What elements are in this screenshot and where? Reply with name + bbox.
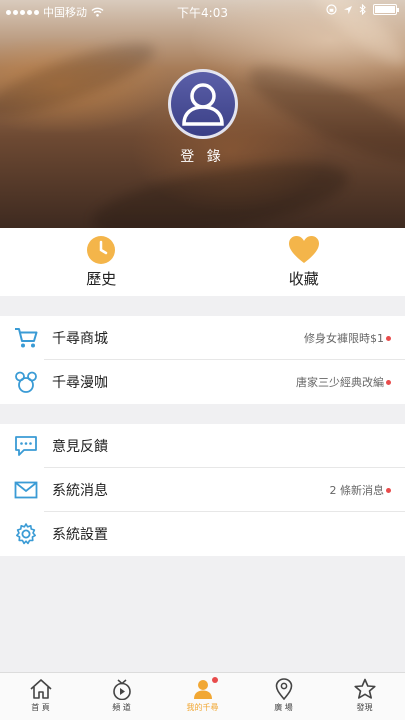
menu-item-feedback[interactable]: 意見反饋 [0, 424, 405, 468]
history-label: 歷史 [86, 270, 117, 288]
location-pin-icon [275, 678, 292, 700]
notification-dot [386, 487, 391, 493]
quick-actions: 歷史 收藏 [0, 228, 405, 296]
history-button[interactable]: 歷史 [0, 228, 203, 296]
cart-icon [15, 328, 38, 348]
tab-plaza[interactable]: 廣 場 [243, 673, 324, 720]
profile-header: 中国移动 下午4:03 登 錄 [0, 0, 405, 228]
tab-label: 發現 [356, 703, 373, 712]
heart-icon [288, 236, 319, 263]
tab-discover[interactable]: 發現 [324, 673, 405, 720]
battery-icon [373, 4, 399, 15]
favorites-label: 收藏 [288, 270, 319, 288]
menu-item-system-messages[interactable]: 系統消息 2 條新消息 [0, 468, 405, 512]
chat-bubble-icon [15, 436, 37, 456]
bluetooth-icon [359, 4, 366, 15]
notification-dot [386, 379, 391, 385]
location-arrow-icon [344, 5, 352, 14]
user-icon [193, 680, 212, 699]
lock-rotation-icon [326, 4, 337, 15]
login-button[interactable]: 登 錄 [0, 146, 405, 166]
gear-icon [16, 523, 36, 545]
tab-label: 首 頁 [31, 703, 50, 712]
home-icon [29, 679, 52, 699]
tab-my-qianxun[interactable]: 我的千尋 [162, 673, 243, 720]
avatar[interactable] [168, 69, 238, 139]
message-count: 2 條新消息 [329, 484, 385, 497]
menu-item-label: 系統消息 [52, 483, 108, 499]
menu-item-settings[interactable]: 系統設置 [0, 512, 405, 556]
status-bar: 中国移动 下午4:03 [0, 0, 405, 22]
menu-item-label: 千尋漫咖 [52, 375, 108, 391]
menu-item-mall[interactable]: 千尋商城 修身女褲限時$1 [0, 316, 405, 360]
tab-home[interactable]: 首 頁 [0, 673, 81, 720]
envelope-icon [14, 481, 38, 499]
mickey-icon [15, 371, 37, 393]
tab-label: 頻 道 [112, 703, 131, 712]
notification-dot [211, 677, 218, 683]
tab-label: 我的千尋 [186, 703, 219, 712]
favorites-button[interactable]: 收藏 [203, 228, 405, 296]
tv-icon [112, 679, 131, 700]
menu-item-label: 意見反饋 [52, 439, 108, 455]
tab-label: 廣 場 [274, 703, 293, 712]
menu-group-system: 意見反饋 系統消息 2 條新消息 系統設置 [0, 424, 405, 556]
menu-item-promo: 修身女褲限時$1 [304, 332, 384, 345]
menu-item-label: 千尋商城 [52, 331, 108, 347]
user-silhouette-icon [182, 83, 224, 126]
menu-item-label: 系統設置 [52, 527, 108, 543]
menu-item-comic-cafe[interactable]: 千尋漫咖 唐家三少經典改編 [0, 360, 405, 404]
menu-group-shop: 千尋商城 修身女褲限時$1 千尋漫咖 唐家三少經典改編 [0, 316, 405, 404]
bottom-tab-bar: 首 頁 頻 道 我的千尋 廣 場 發現 [0, 672, 405, 720]
clock-icon [87, 236, 116, 264]
tab-channels[interactable]: 頻 道 [81, 673, 162, 720]
menu-item-promo: 唐家三少經典改編 [296, 376, 384, 389]
star-icon [353, 678, 376, 699]
notification-dot [386, 335, 391, 341]
